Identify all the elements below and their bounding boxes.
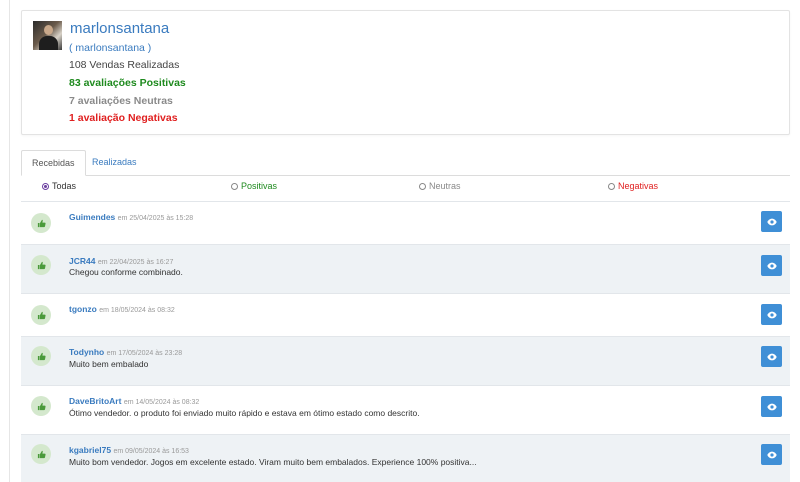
- thumbs-up-icon: [31, 213, 51, 233]
- filter-positive[interactable]: Positivas: [231, 181, 277, 191]
- buyer-name[interactable]: DaveBritoArt: [69, 396, 121, 406]
- review-date: em 14/05/2024 às 08:32: [123, 399, 200, 406]
- radio-all[interactable]: [42, 182, 49, 190]
- radio-positive[interactable]: [231, 182, 238, 190]
- tab-received[interactable]: Recebidas: [21, 150, 86, 176]
- view-review-button[interactable]: [761, 444, 782, 465]
- negative-count: 1 avaliação Negativas: [69, 112, 178, 124]
- review-comment: Muito bem embalado: [69, 359, 149, 369]
- eye-icon: [766, 451, 777, 458]
- review-comment: Chegou conforme combinado.: [69, 267, 183, 277]
- tab-given[interactable]: Realizadas: [82, 150, 147, 176]
- review-row: tgonzo em 18/05/2024 às 08:32: [21, 293, 790, 336]
- review-row: Todynho em 17/05/2024 às 23:28 Muito bem…: [21, 336, 790, 385]
- review-row: kgabriel75 em 09/05/2024 às 16:53 Muito …: [21, 434, 790, 482]
- review-row: DaveBritoArt em 14/05/2024 às 08:32 Ótim…: [21, 385, 790, 434]
- seller-profile-card: marlonsantana ( marlonsantana ) 108 Vend…: [21, 10, 790, 135]
- view-review-button[interactable]: [761, 211, 782, 232]
- review-buyer: kgabriel75 em 09/05/2024 às 16:53: [69, 445, 189, 455]
- filter-positive-label: Positivas: [241, 181, 278, 191]
- review-comment: Ótimo vendedor. o produto foi enviado mu…: [69, 408, 420, 418]
- sales-count: 108 Vendas Realizadas: [69, 59, 180, 71]
- filter-neutral-label: Neutras: [429, 181, 461, 191]
- radio-neutral[interactable]: [419, 182, 426, 190]
- view-review-button[interactable]: [761, 346, 782, 367]
- filter-neutral[interactable]: Neutras: [419, 181, 461, 191]
- review-date: em 18/05/2024 às 08:32: [99, 307, 175, 314]
- review-buyer: Guimendes em 25/04/2025 às 15:28: [69, 212, 193, 222]
- review-buyer: tgonzo em 18/05/2024 às 08:32: [69, 304, 175, 314]
- thumbs-up-icon: [31, 255, 51, 275]
- review-date: em 25/04/2025 às 15:28: [117, 215, 194, 222]
- filter-all-label: Todas: [52, 181, 77, 191]
- thumbs-up-icon: [31, 346, 51, 366]
- eye-icon: [766, 353, 777, 360]
- avatar[interactable]: [33, 21, 62, 50]
- review-row: Guimendes em 25/04/2025 às 15:28: [21, 201, 790, 244]
- eye-icon: [766, 403, 777, 410]
- review-row: JCR44 em 22/04/2025 às 16:27 Chegou conf…: [21, 244, 790, 293]
- thumbs-up-icon: [31, 396, 51, 416]
- eye-icon: [766, 311, 777, 318]
- review-date: em 22/04/2025 às 16:27: [97, 259, 174, 266]
- eye-icon: [766, 262, 777, 269]
- filter-negative[interactable]: Negativas: [608, 181, 658, 191]
- neutral-count: 7 avaliações Neutras: [69, 95, 173, 107]
- buyer-name[interactable]: kgabriel75: [69, 445, 111, 455]
- review-buyer: JCR44 em 22/04/2025 às 16:27: [69, 256, 173, 266]
- buyer-name[interactable]: Todynho: [69, 347, 104, 357]
- review-comment: Muito bom vendedor. Jogos em excelente e…: [69, 457, 477, 467]
- filter-all[interactable]: Todas: [42, 181, 76, 191]
- buyer-name[interactable]: Guimendes: [69, 212, 115, 222]
- page-left-border: [9, 0, 10, 482]
- filter-negative-label: Negativas: [618, 181, 659, 191]
- buyer-name[interactable]: tgonzo: [69, 304, 97, 314]
- eye-icon: [766, 218, 777, 225]
- avatar-body: [39, 36, 58, 50]
- review-filters: Todas Positivas Neutras Negativas: [21, 181, 790, 195]
- review-buyer: DaveBritoArt em 14/05/2024 às 08:32: [69, 396, 199, 406]
- review-buyer: Todynho em 17/05/2024 às 23:28: [69, 347, 182, 357]
- review-date: em 17/05/2024 às 23:28: [106, 350, 183, 357]
- review-tabs: Recebidas Realizadas: [21, 150, 790, 176]
- seller-username[interactable]: marlonsantana: [70, 20, 169, 37]
- positive-count: 83 avaliações Positivas: [69, 77, 186, 89]
- thumbs-up-icon: [31, 444, 51, 464]
- thumbs-up-icon: [31, 305, 51, 325]
- view-review-button[interactable]: [761, 255, 782, 276]
- view-review-button[interactable]: [761, 396, 782, 417]
- view-review-button[interactable]: [761, 304, 782, 325]
- radio-negative[interactable]: [608, 182, 615, 190]
- buyer-name[interactable]: JCR44: [69, 256, 95, 266]
- avatar-head: [44, 25, 53, 35]
- review-date: em 09/05/2024 às 16:53: [113, 448, 189, 455]
- seller-username-sub[interactable]: ( marlonsantana ): [69, 42, 151, 54]
